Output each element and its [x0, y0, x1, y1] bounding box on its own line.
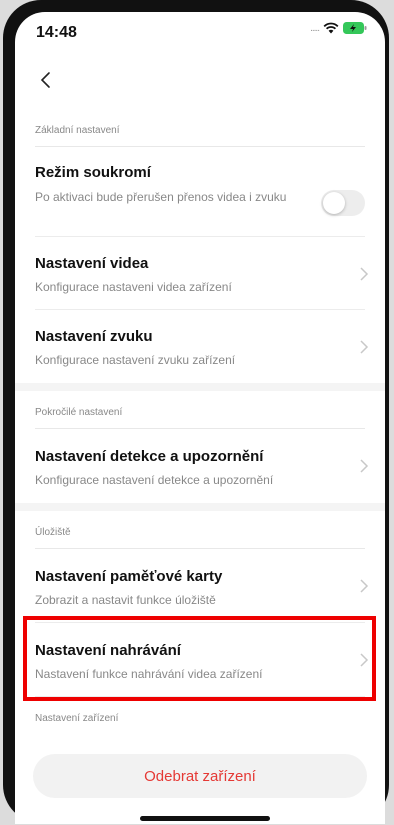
signal-icon: ..... [310, 22, 320, 34]
section-gap [15, 503, 385, 511]
status-icons: ..... [310, 22, 367, 34]
row-subtitle: Konfigurace nastaveni videa zařízení [35, 280, 232, 294]
remove-device-button[interactable]: Odebrat zařízení [33, 754, 367, 798]
status-time: 14:48 [36, 24, 77, 41]
row-title: Režim soukromí [35, 164, 151, 181]
chevron-right-icon [360, 266, 369, 281]
phone-frame: 14:48 ..... Základní nastavení Režim sou… [3, 0, 389, 824]
highlight-box [23, 616, 376, 701]
memory-card-settings-row[interactable]: Nastavení paměťové karty Zobrazit a nast… [15, 549, 385, 623]
audio-settings-row[interactable]: Nastavení zvuku Konfigurace nastavení zv… [15, 310, 385, 383]
home-indicator [140, 816, 270, 821]
row-title: Nastavení paměťové karty [35, 568, 223, 585]
section-title: Nastavení zařízení [35, 713, 119, 724]
nav-bar [15, 58, 385, 102]
row-subtitle: Konfigurace nastavení detekce a upozorně… [35, 473, 274, 487]
video-settings-row[interactable]: Nastavení videa Konfigurace nastaveni vi… [15, 237, 385, 310]
row-title: Nastavení detekce a upozornění [35, 448, 264, 465]
section-title: Úložiště [35, 527, 71, 538]
section-header-basic: Základní nastavení [15, 109, 385, 147]
section-title: Pokročilé nastavení [35, 407, 123, 418]
chevron-right-icon [360, 579, 369, 593]
row-title: Nastavení videa [35, 255, 149, 272]
privacy-mode-toggle[interactable] [321, 190, 365, 216]
row-subtitle: Po aktivaci bude přerušen přenos videa i… [35, 190, 287, 204]
toggle-knob [323, 192, 345, 214]
chevron-right-icon [360, 459, 369, 473]
row-title: Nastavení zvuku [35, 328, 153, 345]
wifi-icon [323, 22, 339, 34]
chevron-right-icon [360, 339, 369, 354]
section-header-device: Nastavení zařízení [15, 697, 385, 735]
section-header-storage: Úložiště [15, 511, 385, 549]
row-subtitle: Konfigurace nastavení zvuku zařízení [35, 353, 236, 367]
section-header-advanced: Pokročilé nastavení [15, 391, 385, 429]
section-gap [15, 383, 385, 391]
screen: 14:48 ..... Základní nastavení Režim sou… [15, 12, 385, 824]
section-title: Základní nastavení [35, 125, 120, 136]
status-bar: 14:48 ..... [15, 12, 385, 52]
battery-charging-icon [343, 22, 367, 34]
chevron-left-icon [40, 72, 50, 88]
back-button[interactable] [33, 66, 61, 94]
privacy-mode-row[interactable]: Režim soukromí Po aktivaci bude přerušen… [15, 147, 385, 237]
detection-settings-row[interactable]: Nastavení detekce a upozornění Konfigura… [15, 429, 385, 503]
row-subtitle: Zobrazit a nastavit funkce úložiště [35, 593, 216, 607]
